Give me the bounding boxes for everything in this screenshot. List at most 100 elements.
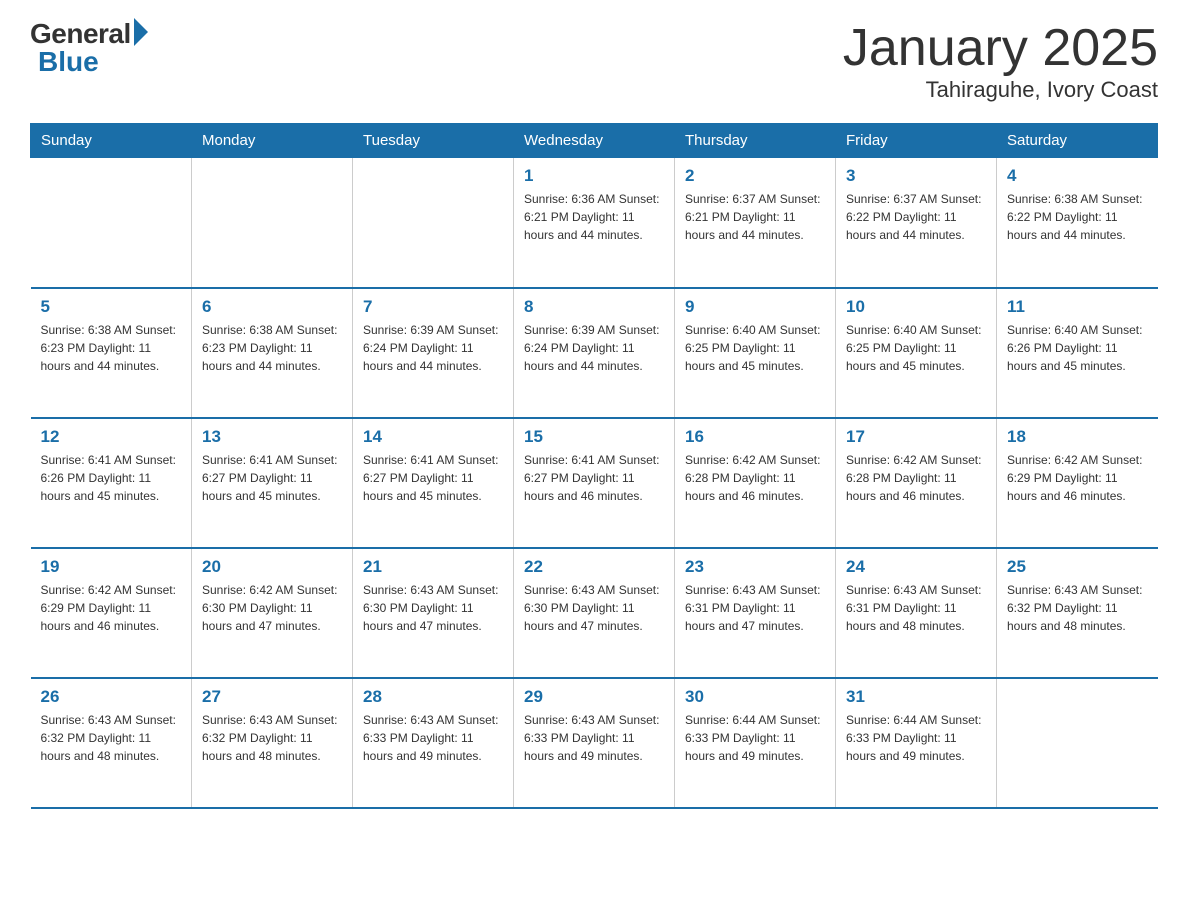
day-number: 27	[202, 687, 342, 707]
calendar-cell	[192, 158, 353, 288]
day-number: 19	[41, 557, 182, 577]
day-info: Sunrise: 6:42 AM Sunset: 6:29 PM Dayligh…	[41, 581, 182, 635]
calendar-cell	[353, 158, 514, 288]
calendar-cell: 21 Sunrise: 6:43 AM Sunset: 6:30 PM Dayli…	[353, 548, 514, 678]
calendar-week-row: 19 Sunrise: 6:42 AM Sunset: 6:29 PM Dayli…	[31, 548, 1158, 678]
day-info: Sunrise: 6:39 AM Sunset: 6:24 PM Dayligh…	[524, 321, 664, 375]
day-number: 8	[524, 297, 664, 317]
day-number: 26	[41, 687, 182, 707]
day-info: Sunrise: 6:44 AM Sunset: 6:33 PM Dayligh…	[846, 711, 986, 765]
day-number: 4	[1007, 166, 1148, 186]
calendar-cell: 3 Sunrise: 6:37 AM Sunset: 6:22 PM Daylig…	[836, 158, 997, 288]
title-section: January 2025 Tahiraguhe, Ivory Coast	[843, 20, 1158, 103]
calendar-table: SundayMondayTuesdayWednesdayThursdayFrid…	[30, 123, 1158, 809]
day-info: Sunrise: 6:43 AM Sunset: 6:30 PM Dayligh…	[524, 581, 664, 635]
day-number: 22	[524, 557, 664, 577]
day-info: Sunrise: 6:39 AM Sunset: 6:24 PM Dayligh…	[363, 321, 503, 375]
day-info: Sunrise: 6:43 AM Sunset: 6:33 PM Dayligh…	[363, 711, 503, 765]
calendar-cell	[31, 158, 192, 288]
day-info: Sunrise: 6:43 AM Sunset: 6:32 PM Dayligh…	[1007, 581, 1148, 635]
day-number: 24	[846, 557, 986, 577]
day-info: Sunrise: 6:40 AM Sunset: 6:25 PM Dayligh…	[685, 321, 825, 375]
day-number: 20	[202, 557, 342, 577]
page-title: January 2025	[843, 20, 1158, 77]
calendar-cell: 6Sunrise: 6:38 AM Sunset: 6:23 PM Daylig…	[192, 288, 353, 418]
header-wednesday: Wednesday	[514, 124, 675, 158]
calendar-week-row: 1 Sunrise: 6:36 AM Sunset: 6:21 PM Daylig…	[31, 158, 1158, 288]
day-number: 16	[685, 427, 825, 447]
calendar-cell: 4 Sunrise: 6:38 AM Sunset: 6:22 PM Daylig…	[997, 158, 1158, 288]
day-info: Sunrise: 6:42 AM Sunset: 6:29 PM Dayligh…	[1007, 451, 1148, 505]
day-number: 14	[363, 427, 503, 447]
calendar-cell: 20 Sunrise: 6:42 AM Sunset: 6:30 PM Dayli…	[192, 548, 353, 678]
calendar-cell: 1 Sunrise: 6:36 AM Sunset: 6:21 PM Daylig…	[514, 158, 675, 288]
day-info: Sunrise: 6:40 AM Sunset: 6:25 PM Dayligh…	[846, 321, 986, 375]
calendar-cell: 14 Sunrise: 6:41 AM Sunset: 6:27 PM Dayli…	[353, 418, 514, 548]
day-info: Sunrise: 6:41 AM Sunset: 6:27 PM Dayligh…	[524, 451, 664, 505]
header-thursday: Thursday	[675, 124, 836, 158]
day-number: 25	[1007, 557, 1148, 577]
day-info: Sunrise: 6:43 AM Sunset: 6:31 PM Dayligh…	[685, 581, 825, 635]
header-sunday: Sunday	[31, 124, 192, 158]
calendar-cell: 25 Sunrise: 6:43 AM Sunset: 6:32 PM Dayli…	[997, 548, 1158, 678]
logo-arrow-icon	[134, 18, 148, 46]
calendar-cell: 15 Sunrise: 6:41 AM Sunset: 6:27 PM Dayli…	[514, 418, 675, 548]
day-info: Sunrise: 6:37 AM Sunset: 6:21 PM Dayligh…	[685, 190, 825, 244]
day-info: Sunrise: 6:41 AM Sunset: 6:27 PM Dayligh…	[363, 451, 503, 505]
calendar-cell: 13 Sunrise: 6:41 AM Sunset: 6:27 PM Dayli…	[192, 418, 353, 548]
calendar-cell: 30Sunrise: 6:44 AM Sunset: 6:33 PM Dayli…	[675, 678, 836, 808]
calendar-cell: 26 Sunrise: 6:43 AM Sunset: 6:32 PM Dayli…	[31, 678, 192, 808]
day-info: Sunrise: 6:37 AM Sunset: 6:22 PM Dayligh…	[846, 190, 986, 244]
header-tuesday: Tuesday	[353, 124, 514, 158]
calendar-cell: 24Sunrise: 6:43 AM Sunset: 6:31 PM Dayli…	[836, 548, 997, 678]
calendar-cell: 5 Sunrise: 6:38 AM Sunset: 6:23 PM Daylig…	[31, 288, 192, 418]
day-info: Sunrise: 6:43 AM Sunset: 6:33 PM Dayligh…	[524, 711, 664, 765]
calendar-cell: 8 Sunrise: 6:39 AM Sunset: 6:24 PM Daylig…	[514, 288, 675, 418]
page-header: General Blue January 2025 Tahiraguhe, Iv…	[30, 20, 1158, 103]
calendar-cell: 17 Sunrise: 6:42 AM Sunset: 6:28 PM Dayli…	[836, 418, 997, 548]
logo-general-text: General	[30, 20, 131, 48]
day-info: Sunrise: 6:42 AM Sunset: 6:28 PM Dayligh…	[846, 451, 986, 505]
day-info: Sunrise: 6:43 AM Sunset: 6:30 PM Dayligh…	[363, 581, 503, 635]
day-number: 17	[846, 427, 986, 447]
day-info: Sunrise: 6:38 AM Sunset: 6:22 PM Dayligh…	[1007, 190, 1148, 244]
day-number: 13	[202, 427, 342, 447]
day-info: Sunrise: 6:43 AM Sunset: 6:32 PM Dayligh…	[202, 711, 342, 765]
calendar-cell: 9 Sunrise: 6:40 AM Sunset: 6:25 PM Daylig…	[675, 288, 836, 418]
day-number: 10	[846, 297, 986, 317]
calendar-cell: 16 Sunrise: 6:42 AM Sunset: 6:28 PM Dayli…	[675, 418, 836, 548]
day-info: Sunrise: 6:41 AM Sunset: 6:26 PM Dayligh…	[41, 451, 182, 505]
day-number: 18	[1007, 427, 1148, 447]
day-number: 11	[1007, 297, 1148, 317]
day-number: 7	[363, 297, 503, 317]
calendar-week-row: 5 Sunrise: 6:38 AM Sunset: 6:23 PM Daylig…	[31, 288, 1158, 418]
day-number: 3	[846, 166, 986, 186]
day-info: Sunrise: 6:42 AM Sunset: 6:28 PM Dayligh…	[685, 451, 825, 505]
logo: General Blue	[30, 20, 148, 76]
day-number: 21	[363, 557, 503, 577]
calendar-cell: 23 Sunrise: 6:43 AM Sunset: 6:31 PM Dayli…	[675, 548, 836, 678]
calendar-week-row: 12Sunrise: 6:41 AM Sunset: 6:26 PM Dayli…	[31, 418, 1158, 548]
day-number: 23	[685, 557, 825, 577]
day-number: 1	[524, 166, 664, 186]
calendar-cell: 31 Sunrise: 6:44 AM Sunset: 6:33 PM Dayli…	[836, 678, 997, 808]
day-number: 31	[846, 687, 986, 707]
calendar-cell: 10 Sunrise: 6:40 AM Sunset: 6:25 PM Dayli…	[836, 288, 997, 418]
day-info: Sunrise: 6:44 AM Sunset: 6:33 PM Dayligh…	[685, 711, 825, 765]
calendar-cell: 2Sunrise: 6:37 AM Sunset: 6:21 PM Daylig…	[675, 158, 836, 288]
day-info: Sunrise: 6:41 AM Sunset: 6:27 PM Dayligh…	[202, 451, 342, 505]
calendar-cell: 29Sunrise: 6:43 AM Sunset: 6:33 PM Dayli…	[514, 678, 675, 808]
day-info: Sunrise: 6:43 AM Sunset: 6:32 PM Dayligh…	[41, 711, 182, 765]
day-number: 5	[41, 297, 182, 317]
day-info: Sunrise: 6:38 AM Sunset: 6:23 PM Dayligh…	[41, 321, 182, 375]
calendar-cell: 12Sunrise: 6:41 AM Sunset: 6:26 PM Dayli…	[31, 418, 192, 548]
day-number: 9	[685, 297, 825, 317]
day-number: 15	[524, 427, 664, 447]
day-info: Sunrise: 6:36 AM Sunset: 6:21 PM Dayligh…	[524, 190, 664, 244]
calendar-cell: 27 Sunrise: 6:43 AM Sunset: 6:32 PM Dayli…	[192, 678, 353, 808]
calendar-cell: 22 Sunrise: 6:43 AM Sunset: 6:30 PM Dayli…	[514, 548, 675, 678]
day-info: Sunrise: 6:42 AM Sunset: 6:30 PM Dayligh…	[202, 581, 342, 635]
header-monday: Monday	[192, 124, 353, 158]
page-subtitle: Tahiraguhe, Ivory Coast	[843, 77, 1158, 103]
header-friday: Friday	[836, 124, 997, 158]
